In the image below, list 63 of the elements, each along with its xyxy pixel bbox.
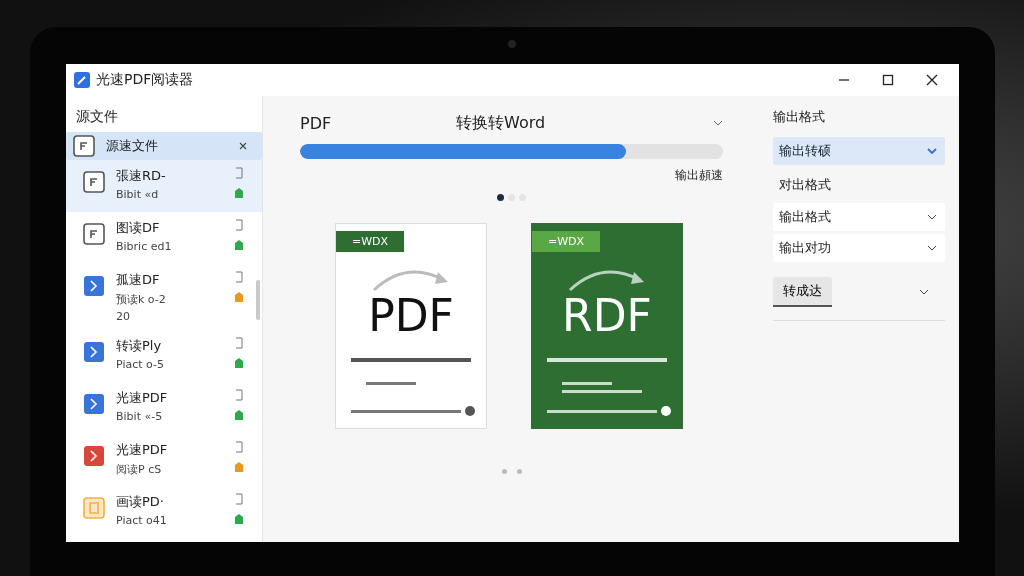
- chevron-down-icon: [927, 214, 937, 220]
- file-item[interactable]: 光速PDF 阅读P cS: [66, 434, 262, 486]
- file-name: 图读DF: [116, 219, 161, 237]
- document-icon: [82, 496, 106, 520]
- chevron-down-icon: [927, 148, 937, 154]
- bookmark-icon[interactable]: [235, 219, 243, 231]
- pager-dot[interactable]: [497, 194, 504, 201]
- file-subtitle: 20: [116, 310, 131, 323]
- bookmark-icon[interactable]: [235, 337, 243, 349]
- close-icon[interactable]: [926, 74, 938, 86]
- pager-dot[interactable]: [501, 469, 507, 474]
- bookmark-icon[interactable]: [235, 493, 243, 505]
- file-item[interactable]: 图读DF Bibric ed1: [66, 212, 262, 264]
- file-item[interactable]: 張速RD- Bibit «d: [66, 160, 262, 212]
- convert-button[interactable]: 转成达: [773, 277, 832, 307]
- bookmark-icon[interactable]: [235, 271, 243, 283]
- file-subtitle: 预读k o-2: [116, 292, 167, 307]
- file-subtitle: 阅读P cS: [116, 462, 163, 477]
- preview-tag: =WDX: [532, 231, 601, 252]
- bookmark-icon[interactable]: [235, 389, 243, 401]
- file-item[interactable]: 源速文件: [66, 132, 262, 160]
- file-subtitle: Bibit «-5: [116, 410, 164, 423]
- settings-label: 对出格式: [778, 176, 832, 194]
- file-name: 光速PDF: [116, 389, 169, 407]
- file-subtitle: Bibit «d: [116, 188, 160, 201]
- scrollbar[interactable]: [256, 280, 260, 320]
- file-name: 張速RD-: [116, 167, 167, 185]
- file-item[interactable]: 光速PDF Bibit «-5: [66, 382, 262, 434]
- chevron-down-icon[interactable]: [713, 120, 723, 126]
- file-name: 孤速DF: [116, 271, 161, 289]
- preview-tag: =WDX: [336, 231, 405, 252]
- format-select[interactable]: 输出转硕: [773, 137, 945, 165]
- progress-status: 输出頳速: [675, 167, 723, 184]
- file-name: 光速PDF: [116, 441, 169, 459]
- bookmark-icon[interactable]: [235, 441, 243, 453]
- preview-heading: PDF: [368, 294, 454, 338]
- maximize-icon[interactable]: [882, 74, 894, 86]
- file-name: 画读PD·: [116, 493, 165, 511]
- pager-dot[interactable]: [516, 469, 522, 474]
- target-format: 转换转Word: [456, 112, 547, 134]
- window-title: 光速PDF阅读器: [96, 71, 194, 89]
- file-subtitle: Piact o-5: [116, 358, 165, 371]
- document-icon: [72, 134, 96, 158]
- source-format: PDF: [300, 113, 333, 133]
- chevron-down-icon: [927, 245, 937, 251]
- bookmark-icon[interactable]: [235, 167, 243, 179]
- document-icon: [82, 170, 106, 194]
- format-select[interactable]: 输出对功: [773, 234, 945, 262]
- file-subtitle: Piact o41: [116, 514, 168, 527]
- sidebar-title: 源文件: [75, 107, 119, 126]
- file-item[interactable]: 画读PD· Piact o41: [66, 486, 262, 538]
- app-logo-icon: [74, 72, 90, 88]
- document-icon: [82, 222, 106, 246]
- file-subtitle: Bibric ed1: [116, 240, 173, 253]
- format-select[interactable]: 输出格式: [773, 203, 945, 231]
- file-name: 源速文件: [106, 137, 159, 155]
- file-item[interactable]: 转读Ply Piact o-5: [66, 330, 262, 382]
- settings-title: 输出格式: [773, 108, 826, 126]
- file-name: 转读Ply: [116, 337, 163, 355]
- preview-heading: RDF: [562, 294, 652, 338]
- camera-icon: [508, 40, 516, 48]
- file-item[interactable]: 孤速DF 预读k o-2 20: [66, 264, 262, 330]
- chevron-down-icon[interactable]: [919, 289, 929, 295]
